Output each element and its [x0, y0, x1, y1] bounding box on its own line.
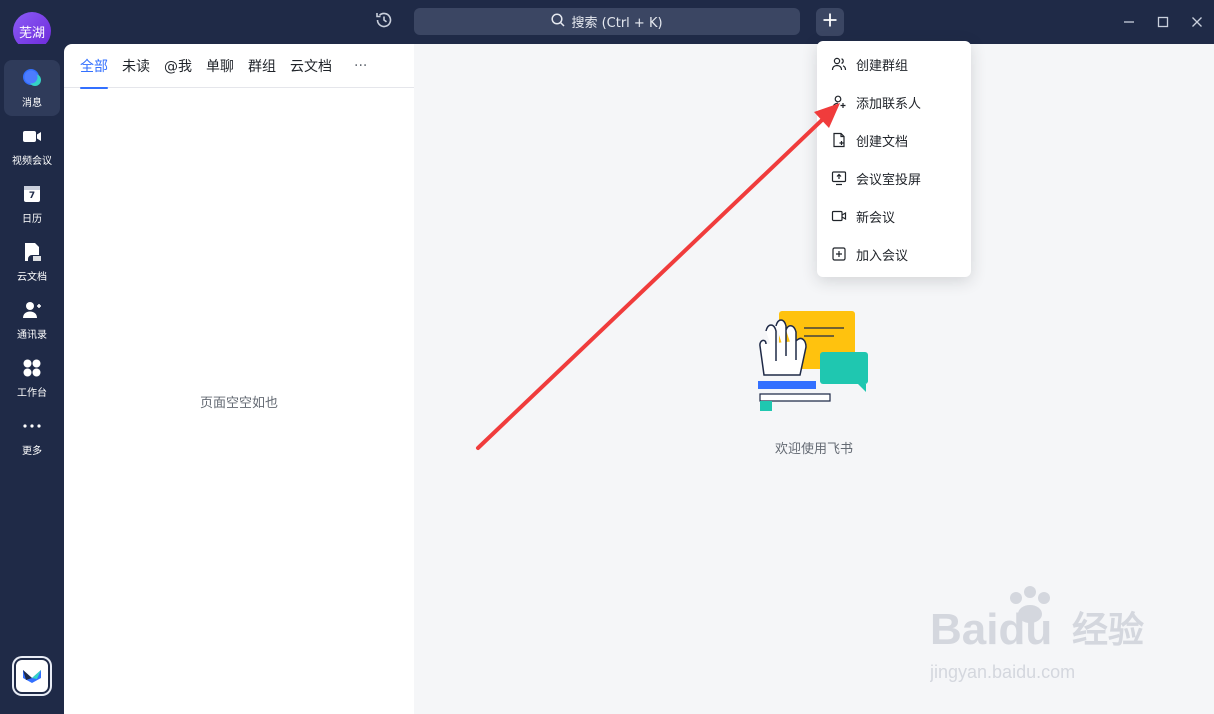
menu-item-label: 新会议 [856, 210, 896, 226]
nav-item-calendar[interactable]: 7 日历 [4, 176, 60, 232]
video-icon [21, 125, 43, 147]
watermark-url: jingyan.baidu.com [930, 662, 1075, 682]
nav-item-messages[interactable]: 消息 [4, 60, 60, 116]
tab-cloud-docs[interactable]: 云文档 [290, 44, 332, 88]
nav-label: 工作台 [17, 388, 47, 399]
menu-item-label: 会议室投屏 [856, 172, 922, 188]
minimize-button[interactable] [1119, 12, 1139, 32]
nav-item-video-meeting[interactable]: 视频会议 [4, 118, 60, 174]
maximize-button[interactable] [1153, 12, 1173, 32]
more-icon [21, 415, 43, 437]
empty-state-text: 页面空空如也 [199, 396, 278, 411]
plus-icon [822, 12, 838, 32]
nav-item-workplace[interactable]: 工作台 [4, 350, 60, 406]
baidu-watermark: Baidu 经验 jingyan.baidu.com [929, 580, 1150, 694]
maximize-icon [1157, 13, 1169, 32]
menu-item-new-meeting[interactable]: 新会议 [817, 197, 971, 235]
create-dropdown-menu: 创建群组 添加联系人 创建文档 会议室投屏 新会议 加入会议 [817, 41, 971, 277]
feishu-logo-icon [20, 662, 44, 690]
nav-item-more[interactable]: 更多 [4, 408, 60, 464]
search-placeholder: 搜索 (Ctrl + K) [571, 16, 663, 31]
title-bar: 芜湖 搜索 (Ctrl + K) [0, 0, 1214, 50]
menu-item-create-group[interactable]: 创建群组 [817, 45, 971, 83]
close-button[interactable] [1187, 12, 1207, 32]
nav-label: 通讯录 [17, 330, 47, 341]
left-nav: 消息 视频会议 7 日历 云文档 通讯录 工作台 更多 [0, 44, 64, 714]
menu-item-room-screen-share[interactable]: 会议室投屏 [817, 159, 971, 197]
tab-more[interactable]: ··· [354, 44, 367, 88]
minimize-icon [1123, 13, 1135, 32]
video-camera-icon [831, 208, 847, 224]
contacts-icon [21, 299, 43, 321]
nav-label: 视频会议 [12, 156, 52, 167]
screen-share-icon [831, 170, 847, 186]
feishu-logo-button[interactable] [14, 658, 50, 694]
avatar-text: 芜湖 [18, 25, 45, 41]
history-button[interactable] [372, 10, 396, 34]
group-icon [831, 56, 847, 72]
tab-mentions[interactable]: @我 [164, 44, 192, 88]
menu-item-join-meeting[interactable]: 加入会议 [817, 235, 971, 273]
cloud-doc-icon [21, 241, 43, 263]
message-icon [21, 67, 43, 89]
welcome-text: 欢迎使用飞书 [774, 442, 853, 457]
search-bar[interactable]: 搜索 (Ctrl + K) [414, 8, 800, 35]
watermark-suffix: 经验 [1072, 610, 1144, 651]
nav-item-cloud-docs[interactable]: 云文档 [4, 234, 60, 290]
welcome-illustration [754, 306, 874, 420]
menu-item-label: 创建群组 [856, 58, 909, 74]
nav-label: 日历 [22, 214, 42, 225]
menu-item-label: 添加联系人 [856, 96, 922, 112]
tab-direct-chat[interactable]: 单聊 [206, 44, 234, 88]
history-icon [374, 10, 394, 34]
menu-item-add-contact[interactable]: 添加联系人 [817, 83, 971, 121]
nav-label: 云文档 [17, 272, 47, 283]
plus-button[interactable] [816, 8, 844, 36]
workplace-icon [21, 357, 43, 379]
calendar-icon: 7 [21, 183, 43, 205]
menu-item-label: 加入会议 [856, 248, 909, 264]
menu-item-label: 创建文档 [856, 134, 909, 150]
message-list-panel: 全部 未读 @我 单聊 群组 云文档 ··· 页面空空如也 [64, 44, 414, 714]
close-icon [1191, 13, 1203, 32]
nav-item-contacts[interactable]: 通讯录 [4, 292, 60, 348]
add-contact-icon [831, 94, 847, 110]
menu-item-create-doc[interactable]: 创建文档 [817, 121, 971, 159]
calendar-badge: 7 [28, 190, 36, 201]
nav-label: 更多 [22, 446, 42, 457]
tab-unread[interactable]: 未读 [122, 44, 150, 88]
search-icon [551, 12, 565, 31]
tab-groups[interactable]: 群组 [248, 44, 276, 88]
filter-tabs: 全部 未读 @我 单聊 群组 云文档 ··· [64, 44, 414, 89]
new-doc-icon [831, 132, 847, 148]
join-meeting-icon [831, 246, 847, 262]
tab-all[interactable]: 全部 [80, 44, 108, 89]
nav-label: 消息 [22, 98, 42, 109]
